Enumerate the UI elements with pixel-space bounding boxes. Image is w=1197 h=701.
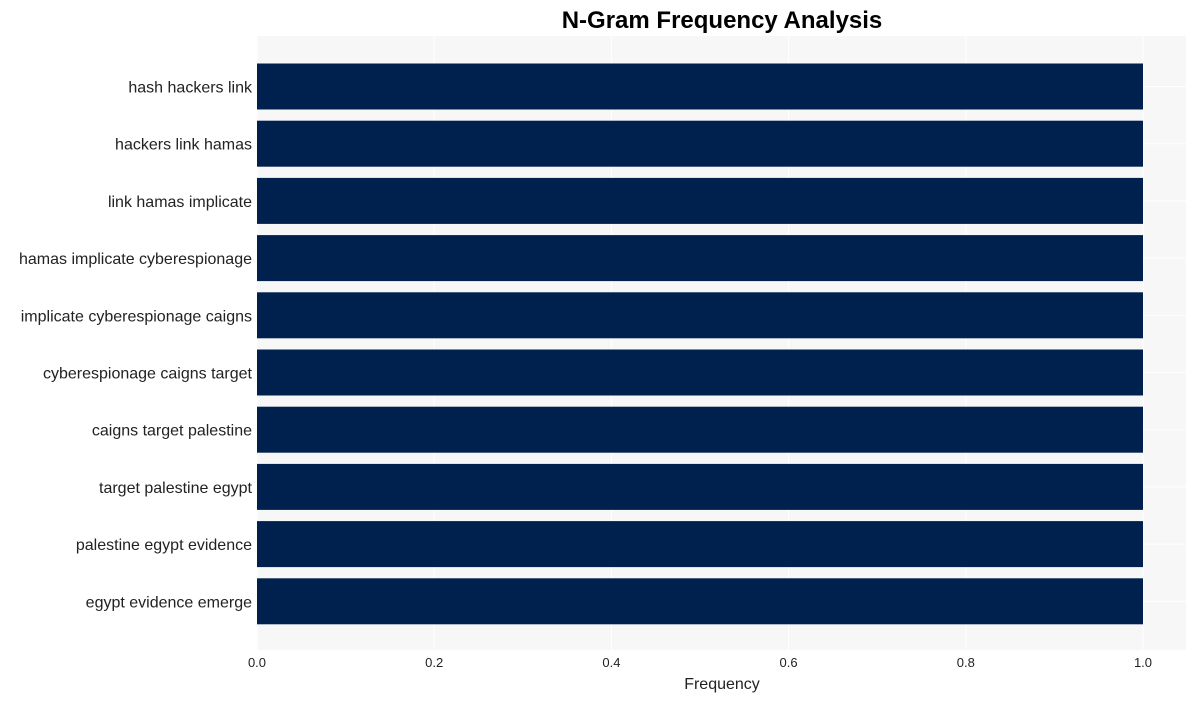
x-tick-label: 0.6 <box>780 655 798 670</box>
y-tick-label: hackers link hamas <box>115 137 252 154</box>
bar <box>257 578 1143 625</box>
bar <box>257 235 1143 282</box>
x-tick-label: 0.8 <box>957 655 975 670</box>
y-tick-label: palestine egypt evidence <box>76 537 252 554</box>
y-tick-label: caigns target palestine <box>92 423 252 440</box>
y-tick-label: hamas implicate cyberespionage <box>19 251 252 268</box>
ngram-frequency-chart: N-Gram Frequency Analysis hash hackers l… <box>19 7 1186 693</box>
y-tick-label: target palestine egypt <box>99 480 253 497</box>
x-tick-label: 0.2 <box>425 655 443 670</box>
y-tick-label: egypt evidence emerge <box>86 594 252 611</box>
bar <box>257 521 1143 568</box>
bar <box>257 406 1143 453</box>
bar <box>257 463 1143 510</box>
bar <box>257 63 1143 110</box>
y-tick-label: implicate cyberespionage caigns <box>21 308 252 325</box>
bar <box>257 120 1143 167</box>
y-tick-labels: hash hackers link hackers link hamas link … <box>19 80 253 612</box>
chart-title: N-Gram Frequency Analysis <box>562 7 883 34</box>
x-axis-label: Frequency <box>684 676 760 693</box>
x-tick-label: 0.4 <box>602 655 620 670</box>
x-tick-label: 0.0 <box>248 655 266 670</box>
x-tick-label: 1.0 <box>1134 655 1152 670</box>
x-tick-labels: 0.0 0.2 0.4 0.6 0.8 1.0 <box>248 655 1152 670</box>
bar <box>257 292 1143 339</box>
y-tick-label: link hamas implicate <box>108 194 252 211</box>
y-tick-label: hash hackers link <box>128 80 253 97</box>
y-tick-label: cyberespionage caigns target <box>43 366 253 383</box>
bar <box>257 349 1143 396</box>
bar <box>257 177 1143 224</box>
